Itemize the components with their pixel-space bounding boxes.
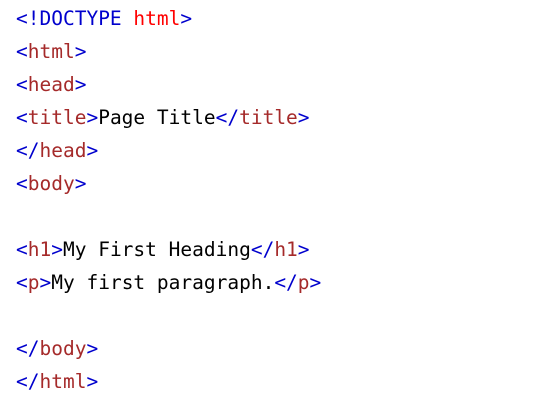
tag-name: h1	[274, 238, 298, 261]
code-line-body-open: <body>	[16, 170, 86, 198]
open-bracket: </	[215, 106, 240, 129]
close-bracket: >	[180, 7, 193, 30]
code-line-html-open: <html>	[16, 38, 86, 66]
close-bracket: >	[86, 106, 99, 129]
open-bracket: </	[16, 337, 40, 360]
tag-name: p	[27, 271, 40, 294]
tag-name: title	[239, 106, 298, 129]
code-line-doctype: <!DOCTYPE html>	[16, 5, 192, 33]
open-bracket: </	[250, 238, 275, 261]
open-bracket: </	[16, 370, 40, 393]
open-bracket: <	[16, 40, 28, 63]
tag-name: html	[39, 370, 87, 393]
close-bracket: >	[86, 370, 99, 393]
code-line-h1: <h1>My First Heading</h1>	[16, 236, 310, 264]
doctype-value: html	[133, 7, 181, 30]
tag-name: head	[39, 139, 87, 162]
close-bracket: >	[51, 238, 63, 261]
close-bracket: >	[74, 40, 87, 63]
code-line-body-close: </body>	[16, 335, 98, 363]
title-text: Page Title	[98, 106, 216, 129]
open-bracket: <	[16, 7, 28, 30]
code-line-head-close: </head>	[16, 137, 98, 165]
tag-name: body	[27, 172, 75, 195]
close-bracket: >	[74, 172, 87, 195]
close-bracket: >	[309, 271, 322, 294]
open-bracket: </	[16, 139, 40, 162]
open-bracket: <	[16, 238, 28, 261]
code-line-title: <title>Page Title</title>	[16, 104, 310, 132]
tag-name: p	[297, 271, 310, 294]
open-bracket: <	[16, 271, 28, 294]
tag-name: head	[27, 73, 75, 96]
tag-name: h1	[27, 238, 52, 261]
close-bracket: >	[297, 106, 310, 129]
code-example-panel: <!DOCTYPE html> <html> <head> <title>Pag…	[0, 0, 537, 403]
close-bracket: >	[86, 139, 99, 162]
open-bracket: <	[16, 73, 28, 96]
p-text: My first paragraph.	[51, 271, 275, 294]
close-bracket: >	[297, 238, 310, 261]
code-line-head-open: <head>	[16, 71, 86, 99]
open-bracket: </	[274, 271, 298, 294]
code-line-html-close: </html>	[16, 368, 98, 396]
doctype-keyword: !DOCTYPE	[27, 7, 122, 30]
open-bracket: <	[16, 172, 28, 195]
close-bracket: >	[39, 271, 52, 294]
tag-name: body	[39, 337, 87, 360]
tag-name: html	[27, 40, 75, 63]
close-bracket: >	[86, 337, 99, 360]
close-bracket: >	[74, 73, 87, 96]
h1-text: My First Heading	[62, 238, 251, 261]
open-bracket: <	[16, 106, 28, 129]
code-line-p: <p>My first paragraph.</p>	[16, 269, 321, 297]
tag-name: title	[27, 106, 87, 129]
